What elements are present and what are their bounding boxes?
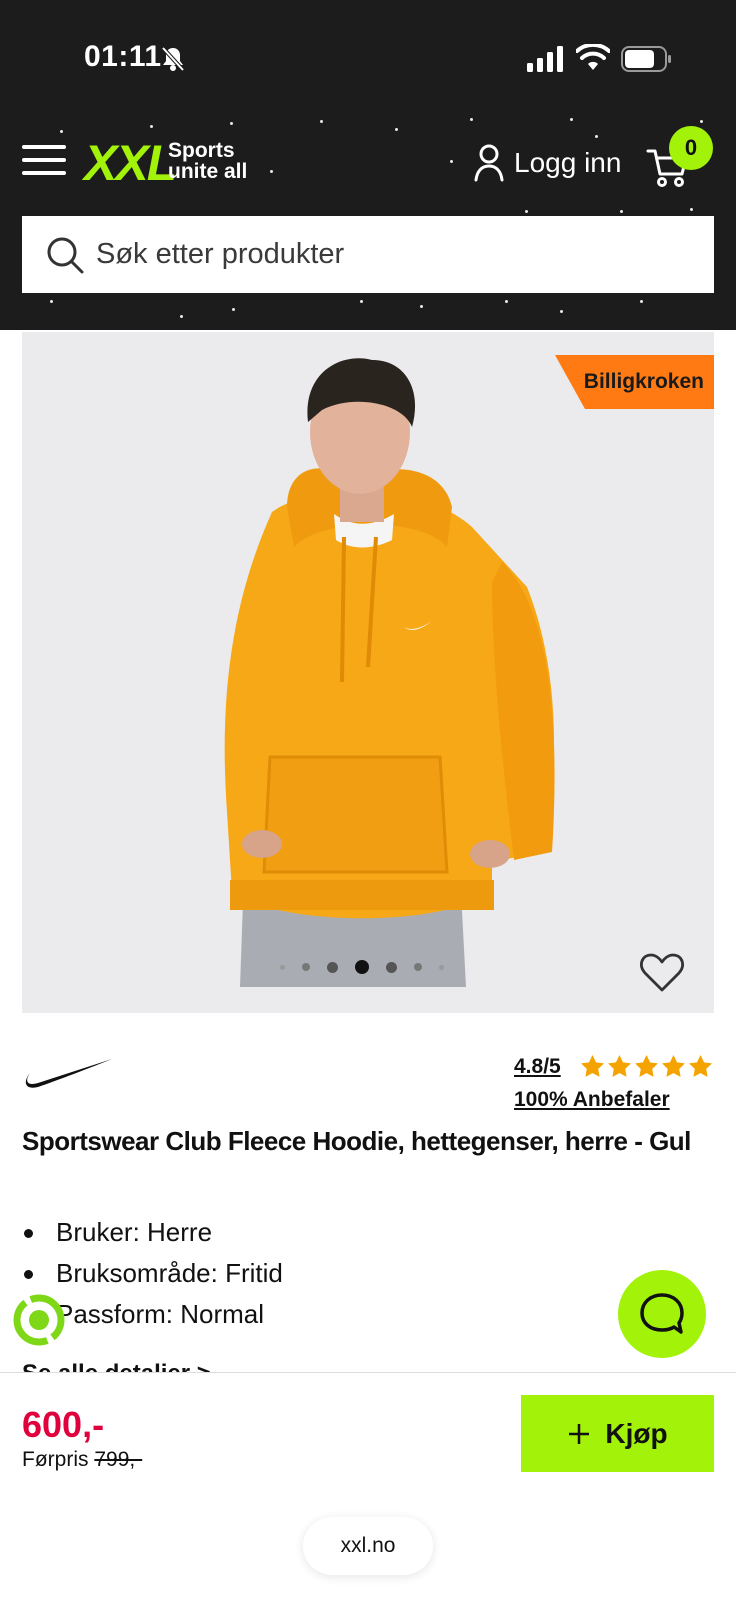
header-sparkle: [50, 300, 53, 303]
logo[interactable]: XXL: [84, 138, 177, 188]
previous-price: Førpris 799,-: [22, 1448, 142, 1472]
header-sparkle: [700, 120, 703, 123]
header-sparkle: [450, 160, 453, 163]
header-sparkle: [230, 122, 233, 125]
image-carousel-dots[interactable]: [280, 958, 444, 976]
carousel-dot[interactable]: [439, 964, 444, 970]
star-icon: [689, 1055, 712, 1077]
header-sparkle: [570, 118, 573, 121]
user-icon: [474, 144, 504, 182]
header-sparkle: [360, 300, 363, 303]
header-sparkle: [620, 210, 623, 213]
search-placeholder: Søk etter produkter: [96, 238, 345, 270]
header-sparkle: [525, 210, 528, 213]
carousel-dot-active[interactable]: [355, 960, 369, 974]
header-sparkle: [180, 315, 183, 318]
carousel-dot[interactable]: [327, 961, 338, 973]
chat-button[interactable]: [618, 1270, 706, 1358]
battery-icon: [621, 46, 671, 72]
header-sparkle: [505, 300, 508, 303]
header-sparkle: [690, 208, 693, 211]
buy-label: Kjøp: [605, 1417, 668, 1449]
rating-score[interactable]: 4.8/5: [514, 1055, 561, 1079]
header-sparkle: [560, 310, 563, 313]
header-sparkle: [640, 300, 643, 303]
cart-count-badge[interactable]: 0: [669, 126, 713, 170]
browser-url[interactable]: xxl.no: [303, 1517, 433, 1575]
sustainability-icon[interactable]: [12, 1293, 66, 1347]
menu-button[interactable]: [22, 143, 66, 177]
logo-tagline-line2: unite all: [168, 160, 248, 183]
star-icon: [662, 1055, 685, 1077]
buy-button[interactable]: Kjøp: [521, 1395, 714, 1472]
header-sparkle: [270, 170, 273, 173]
previous-price-value: 799,-: [94, 1448, 143, 1471]
header-sparkle: [470, 118, 473, 121]
carousel-dot[interactable]: [386, 961, 397, 973]
hoodie-photo: [224, 358, 555, 987]
logo-tagline-line1: Sports: [168, 139, 235, 162]
chat-bubble-icon: [640, 1293, 684, 1334]
header-sparkle: [232, 308, 235, 311]
login-button[interactable]: Logg inn: [474, 143, 621, 183]
product-title: Sportswear Club Fleece Hoodie, hettegens…: [22, 1126, 691, 1156]
search-input[interactable]: Søk etter produkter: [22, 216, 714, 293]
bell-slash-icon: [161, 46, 185, 72]
carousel-dot[interactable]: [414, 963, 422, 971]
wifi-icon: [576, 44, 610, 70]
plus-icon: [569, 1423, 590, 1444]
previous-price-label: Førpris: [22, 1448, 89, 1471]
brand-logo-nike[interactable]: [22, 1055, 114, 1093]
header-sparkle: [320, 120, 323, 123]
header-sparkle: [595, 135, 598, 138]
star-icon: [635, 1055, 658, 1077]
star-icon: [581, 1055, 604, 1077]
carousel-dot[interactable]: [280, 964, 285, 970]
header-sparkle: [395, 128, 398, 131]
star-icon: [608, 1055, 631, 1077]
favorite-heart-icon[interactable]: [639, 952, 685, 994]
recommend-link[interactable]: 100% Anbefaler: [514, 1088, 670, 1112]
rating-stars: [580, 1054, 713, 1084]
attribute-item: Bruker: Herre: [22, 1212, 283, 1253]
status-time: 01:11: [84, 40, 162, 73]
product-image[interactable]: [22, 332, 714, 1013]
signal-icon: [527, 46, 563, 72]
header-sparkle: [420, 305, 423, 308]
search-icon: [47, 237, 84, 273]
price: 600,-: [22, 1404, 105, 1445]
attribute-item: Bruksområde: Fritid: [22, 1253, 283, 1294]
header-sparkle: [60, 130, 63, 133]
header-sparkle: [150, 125, 153, 128]
logo-tagline: Sports unite all: [168, 140, 247, 182]
carousel-dot[interactable]: [302, 963, 310, 971]
login-label: Logg inn: [514, 147, 622, 178]
